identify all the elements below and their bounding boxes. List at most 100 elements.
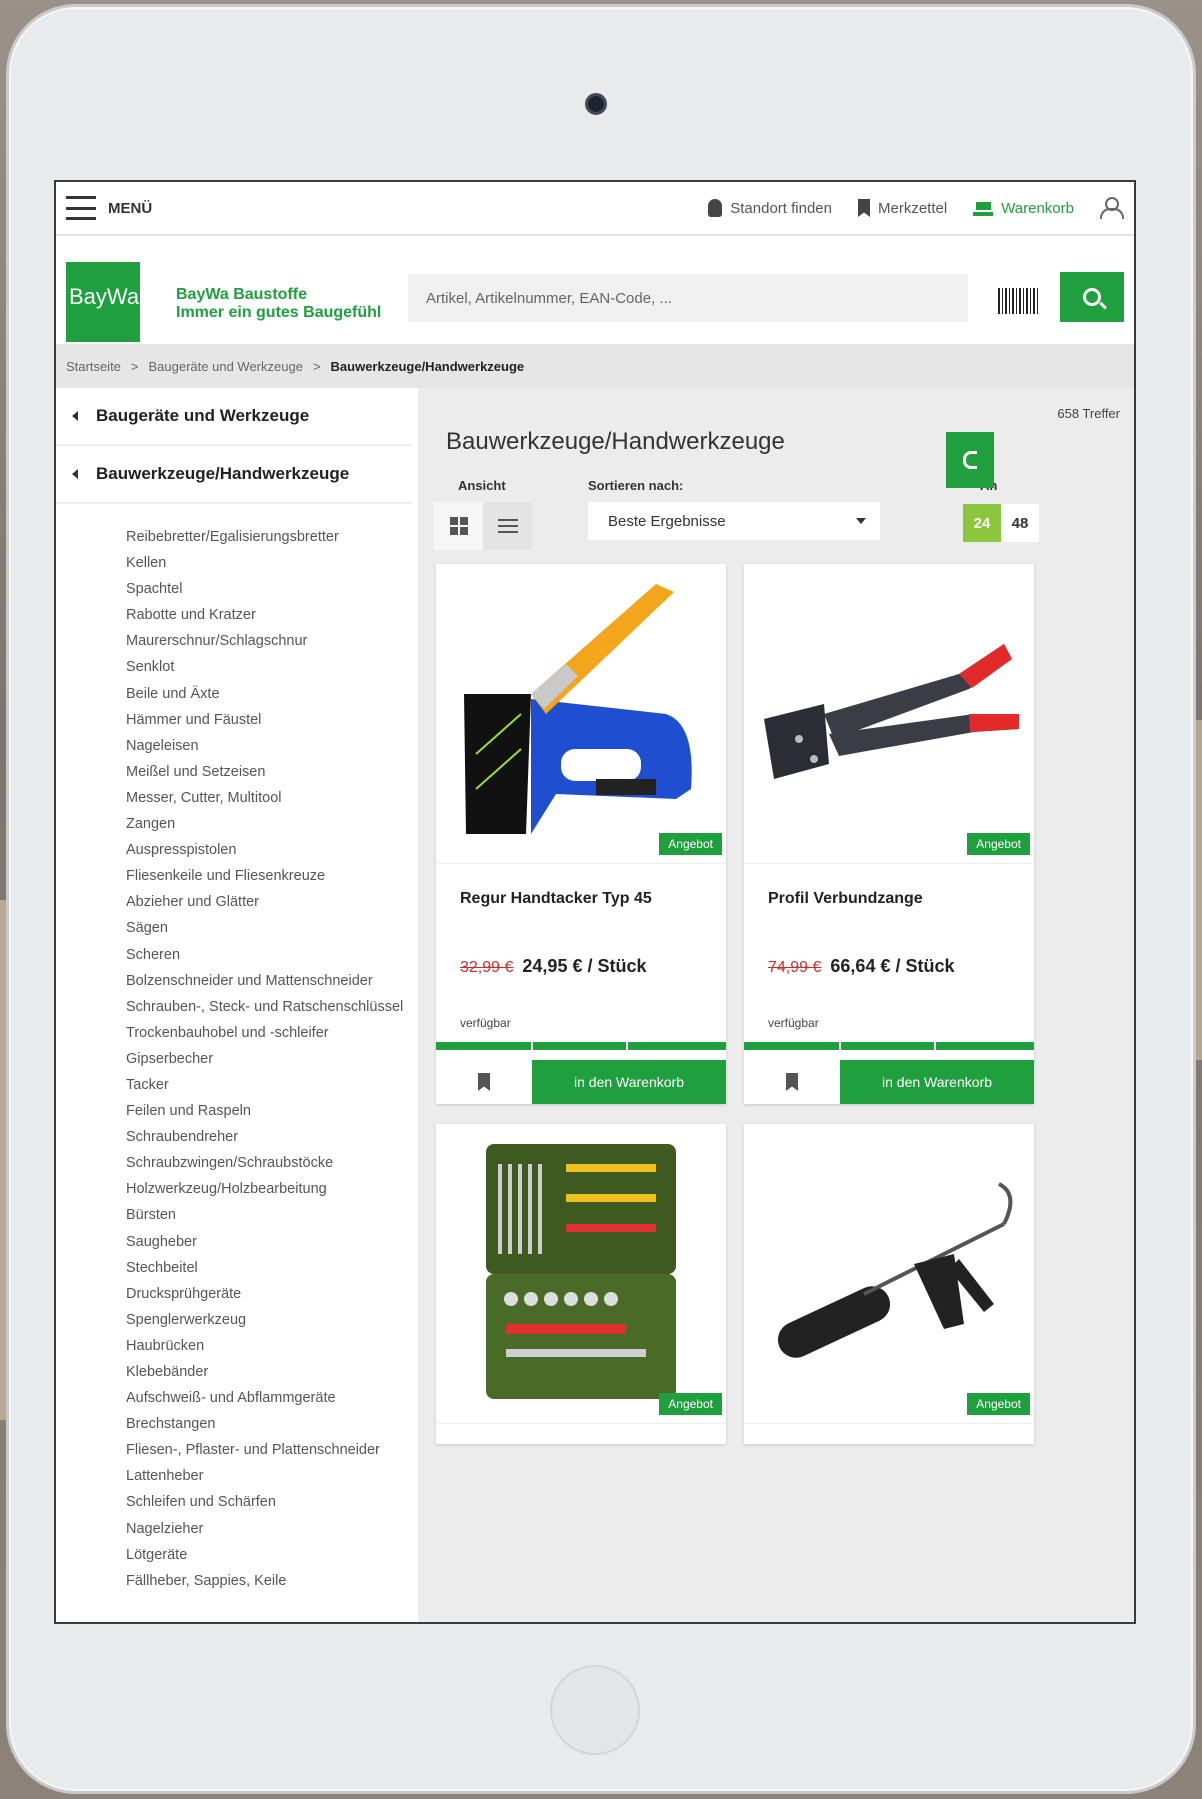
- sidebar-subcategory-item[interactable]: Schraubzwingen/Schraubstöcke: [126, 1150, 416, 1176]
- sidebar-parent-category[interactable]: Baugeräte und Werkzeuge: [56, 388, 412, 446]
- breadcrumb: Startseite > Baugeräte und Werkzeuge > B…: [56, 344, 1134, 388]
- sidebar-subcategory-item[interactable]: Maurerschnur/Schlagschnur: [126, 628, 416, 654]
- sidebar-subcategory-item[interactable]: Hämmer und Fäustel: [126, 707, 416, 733]
- phone-contact-button[interactable]: [946, 432, 994, 488]
- sidebar-subcategory-item[interactable]: Rabotte und Kratzer: [126, 602, 416, 628]
- sidebar-subcategory-item[interactable]: Sägen: [126, 915, 416, 941]
- bookmark-button[interactable]: [744, 1060, 840, 1104]
- user-icon[interactable]: [1100, 197, 1124, 219]
- sidebar-current-category[interactable]: Bauwerkzeuge/Handwerkzeuge: [56, 446, 412, 504]
- offer-badge: Angebot: [659, 1393, 722, 1415]
- result-count: 658 Treffer: [1057, 406, 1120, 421]
- sidebar-subcategory-item[interactable]: Nageleisen: [126, 733, 416, 759]
- sidebar-subcategory-item[interactable]: Drucksprühgeräte: [126, 1281, 416, 1307]
- breadcrumb-category[interactable]: Baugeräte und Werkzeuge: [149, 359, 303, 374]
- wishlist-link[interactable]: Merkzettel: [858, 199, 947, 217]
- sidebar-subcategory-item[interactable]: Lattenheber: [126, 1463, 416, 1489]
- product-card[interactable]: Angebot Regur Handtacker Typ 45 32,99 € …: [436, 564, 726, 1104]
- sidebar-subcategory-item[interactable]: Stechbeitel: [126, 1255, 416, 1281]
- old-price: 32,99 €: [460, 959, 514, 976]
- sidebar-subcategory-item[interactable]: Schleifen und Schärfen: [126, 1489, 416, 1515]
- sidebar-subcategory-item[interactable]: Trockenbauhobel und -schleifer: [126, 1020, 416, 1046]
- sort-select[interactable]: Beste Ergebnisse: [588, 502, 880, 540]
- availability: verfügbar: [460, 1016, 511, 1030]
- menu-label[interactable]: MENÜ: [108, 200, 152, 217]
- product-image[interactable]: Angebot: [744, 564, 1034, 864]
- sidebar-subcategory-item[interactable]: Bürsten: [126, 1202, 416, 1228]
- product-card[interactable]: Angebot: [436, 1124, 726, 1444]
- bookmark-button[interactable]: [436, 1060, 532, 1104]
- sidebar-subcategory-item[interactable]: Scheren: [126, 942, 416, 968]
- view-toggle: [434, 502, 532, 550]
- sidebar-parent-label: Baugeräte und Werkzeuge: [96, 406, 310, 425]
- chevron-left-icon: [72, 411, 78, 421]
- subcategory-list: Reibebretter/Egalisierungsbretter Kellen S…: [56, 504, 416, 1594]
- sidebar-subcategory-item[interactable]: Feilen und Raspeln: [126, 1098, 416, 1124]
- home-button[interactable]: [550, 1665, 640, 1755]
- cart-link[interactable]: Warenkorb: [973, 200, 1074, 217]
- sidebar-subcategory-item[interactable]: Messer, Cutter, Multitool: [126, 785, 416, 811]
- per-page-selector: 24 48: [963, 504, 1039, 542]
- sidebar-subcategory-item[interactable]: Schraubendreher: [126, 1124, 416, 1150]
- list-view-button[interactable]: [483, 502, 532, 550]
- sidebar-current-label: Bauwerkzeuge/Handwerkzeuge: [96, 464, 350, 483]
- sidebar-subcategory-item[interactable]: Schrauben-, Steck- und Ratschenschlüssel: [126, 994, 416, 1020]
- sidebar-subcategory-item[interactable]: Spenglerwerkzeug: [126, 1307, 416, 1333]
- bookmark-icon: [786, 1073, 798, 1091]
- sidebar-subcategory-item[interactable]: Bolzenschneider und Mattenschneider: [126, 968, 416, 994]
- sidebar-subcategory-item[interactable]: Holzwerkzeug/Holzbearbeitung: [126, 1176, 416, 1202]
- sidebar-subcategory-item[interactable]: Spachtel: [126, 576, 416, 602]
- sidebar-subcategory-item[interactable]: Haubrücken: [126, 1333, 416, 1359]
- sidebar-subcategory-item[interactable]: Fällheber, Sappies, Keile: [126, 1568, 416, 1594]
- barcode-scan-icon[interactable]: [998, 288, 1040, 314]
- grid-view-button[interactable]: [434, 502, 483, 550]
- hamburger-menu-icon[interactable]: [66, 196, 96, 220]
- tagline: BayWa Baustoffe Immer ein gutes Baugefüh…: [176, 286, 381, 322]
- product-name[interactable]: Regur Handtacker Typ 45: [460, 890, 652, 908]
- sidebar-subcategory-item[interactable]: Reibebretter/Egalisierungsbretter: [126, 524, 416, 550]
- product-image[interactable]: Angebot: [436, 1124, 726, 1424]
- sidebar-subcategory-item[interactable]: Beile und Äxte: [126, 681, 416, 707]
- sidebar-subcategory-item[interactable]: Meißel und Setzeisen: [126, 759, 416, 785]
- product-image[interactable]: Angebot: [744, 1124, 1034, 1424]
- sidebar-subcategory-item[interactable]: Klebebänder: [126, 1359, 416, 1385]
- sidebar-subcategory-item[interactable]: Tacker: [126, 1072, 416, 1098]
- per-page-option-24[interactable]: 24: [963, 504, 1001, 542]
- stock-bar: [436, 1042, 726, 1050]
- screen: MENÜ Standort finden Merkzettel Warenkor…: [54, 180, 1136, 1624]
- search-input[interactable]: Artikel, Artikelnummer, EAN-Code, ...: [408, 274, 968, 322]
- per-page-option-48[interactable]: 48: [1001, 504, 1039, 542]
- sidebar-subcategory-item[interactable]: Saugheber: [126, 1229, 416, 1255]
- product-name[interactable]: Profil Verbundzange: [768, 890, 923, 908]
- sidebar-subcategory-item[interactable]: Fliesen-, Pflaster- und Plattenschneider: [126, 1437, 416, 1463]
- add-to-cart-button[interactable]: in den Warenkorb: [532, 1060, 726, 1104]
- sidebar-subcategory-item[interactable]: Zangen: [126, 811, 416, 837]
- current-price: 66,64 € / Stück: [830, 956, 955, 976]
- current-price: 24,95 € / Stück: [522, 956, 647, 976]
- bookmark-icon: [858, 199, 870, 217]
- sidebar-subcategory-item[interactable]: Nagelzieher: [126, 1516, 416, 1542]
- sidebar-subcategory-item[interactable]: Gipserbecher: [126, 1046, 416, 1072]
- store-finder-link[interactable]: Standort finden: [708, 199, 832, 217]
- old-price: 74,99 €: [768, 959, 822, 976]
- bookmark-icon: [478, 1073, 490, 1091]
- product-image[interactable]: Angebot: [436, 564, 726, 864]
- logo[interactable]: BayWa: [66, 262, 140, 342]
- add-to-cart-button[interactable]: in den Warenkorb: [840, 1060, 1034, 1104]
- sidebar-subcategory-item[interactable]: Senklot: [126, 654, 416, 680]
- sidebar-subcategory-item[interactable]: Brechstangen: [126, 1411, 416, 1437]
- search-placeholder: Artikel, Artikelnummer, EAN-Code, ...: [426, 289, 672, 307]
- chevron-left-icon: [72, 469, 78, 479]
- sidebar-subcategory-item[interactable]: Lötgeräte: [126, 1542, 416, 1568]
- search-button[interactable]: [1060, 272, 1124, 322]
- sidebar-subcategory-item[interactable]: Aufschweiß- und Abflammgeräte: [126, 1385, 416, 1411]
- camera-icon: [585, 93, 607, 115]
- sidebar-subcategory-item[interactable]: Auspresspistolen: [126, 837, 416, 863]
- product-card[interactable]: Angebot: [744, 1124, 1034, 1444]
- sidebar-subcategory-item[interactable]: Kellen: [126, 550, 416, 576]
- sidebar-subcategory-item[interactable]: Fliesenkeile und Fliesenkreuze: [126, 863, 416, 889]
- product-card[interactable]: Angebot Profil Verbundzange 74,99 € 66,6…: [744, 564, 1034, 1104]
- offer-badge: Angebot: [967, 833, 1030, 855]
- sidebar-subcategory-item[interactable]: Abzieher und Glätter: [126, 889, 416, 915]
- breadcrumb-home[interactable]: Startseite: [66, 359, 121, 374]
